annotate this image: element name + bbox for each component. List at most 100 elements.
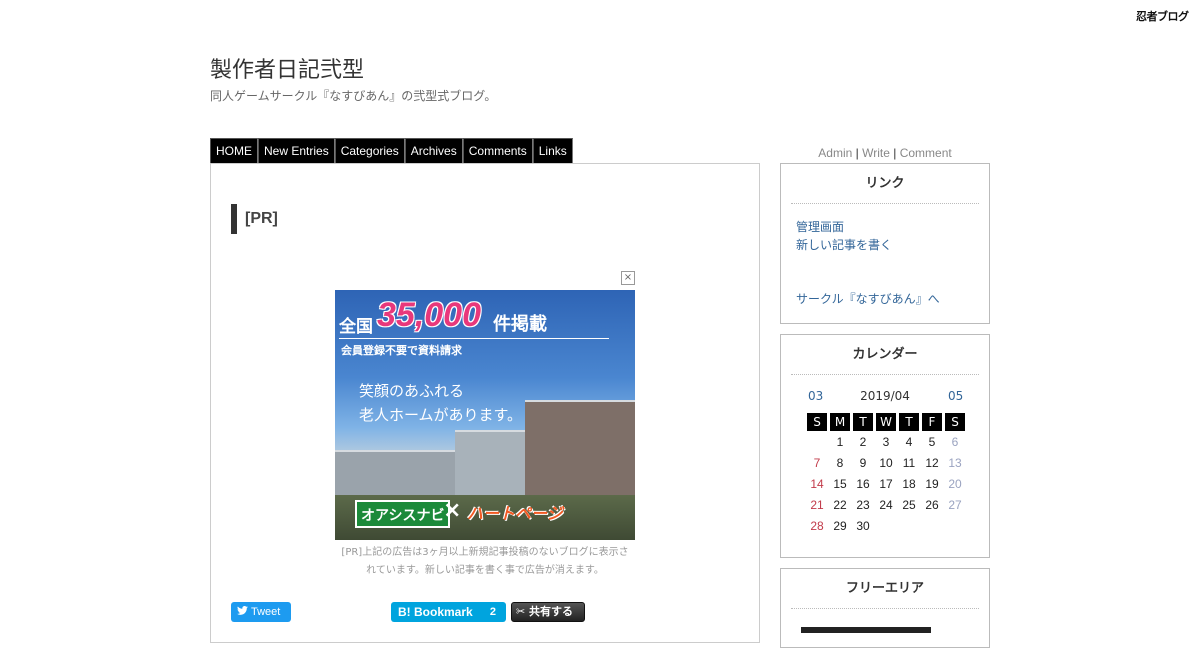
link-new-post[interactable]: 新しい記事を書く: [781, 236, 989, 254]
ad-brand-oasis: オアシスナビ: [355, 500, 451, 528]
hatena-bookmark-button[interactable]: B! Bookmark 2: [391, 602, 506, 622]
link-circle-nasubian[interactable]: サークル『なすびあん』へ: [781, 290, 989, 308]
admin-link[interactable]: Admin: [818, 146, 852, 160]
calendar-day: 21: [810, 497, 824, 512]
nav-comments[interactable]: Comments: [462, 138, 533, 164]
admin-separator: |: [855, 146, 859, 160]
twitter-bird-icon: [237, 602, 248, 622]
weekday-fri: F: [922, 413, 942, 431]
calendar-day: 8: [836, 455, 844, 470]
sidebar-calendar-box: カレンダー 2019/04 03 05 S M T W T F S 123456…: [780, 334, 990, 558]
ninja-blog-logo[interactable]: 忍者ブログ: [1136, 8, 1189, 24]
calendar-day: 4: [905, 434, 913, 449]
calendar-day: 23: [856, 497, 870, 512]
calendar-day: 11: [902, 455, 916, 470]
calendar-day: [899, 515, 919, 536]
hatena-count: 2: [489, 606, 496, 618]
weekday-sun: S: [807, 413, 827, 431]
calendar-day: 1: [836, 434, 844, 449]
calendar-next-link[interactable]: 05: [948, 389, 963, 403]
calendar-day: 7: [813, 455, 821, 470]
ad-divider: [339, 338, 609, 339]
links-title: リンク: [791, 164, 979, 204]
main-content: [PR] × 全国 35,000 件掲載 会員登録不要で資料請求 笑顔のあふれる…: [210, 163, 760, 643]
ad-text-zenkoku: 全国: [339, 317, 373, 337]
ad-building-image: [335, 450, 455, 500]
advertisement-banner[interactable]: 全国 35,000 件掲載 会員登録不要で資料請求 笑顔のあふれる 老人ホームが…: [335, 290, 635, 540]
main-nav: HOME New Entries Categories Archives Com…: [210, 138, 573, 164]
calendar-day: 25: [902, 497, 916, 512]
free-area-title: フリーエリア: [791, 569, 979, 609]
nav-archives[interactable]: Archives: [404, 138, 463, 164]
calendar-week-row: 28 29 30: [807, 515, 965, 536]
site-title[interactable]: 製作者日記弐型: [210, 52, 364, 84]
free-area-widget: [801, 627, 931, 633]
weekday-sat: S: [945, 413, 965, 431]
weekday-mon: M: [830, 413, 850, 431]
entry-title: [PR]: [231, 204, 278, 234]
calendar-day: 14: [810, 476, 824, 491]
admin-separator: |: [893, 146, 897, 160]
calendar-day: 10: [879, 455, 893, 470]
calendar-day: [876, 515, 896, 536]
calendar-day: 12: [925, 455, 939, 470]
ad-close-button[interactable]: ×: [621, 271, 635, 285]
calendar-day: 27: [948, 497, 962, 512]
calendar-day: [807, 431, 827, 452]
calendar-day: 20: [948, 476, 962, 491]
ad-text-kenkeisai: 件掲載: [493, 314, 547, 335]
weekday-thu: T: [899, 413, 919, 431]
calendar-week-row: 123456: [807, 431, 965, 452]
calendar-day: [945, 515, 965, 536]
nav-home[interactable]: HOME: [210, 138, 258, 164]
weekday-wed: W: [876, 413, 896, 431]
ad-building-image: [455, 430, 525, 500]
calendar-day: 5: [928, 434, 936, 449]
calendar-day: [922, 515, 942, 536]
calendar-day: 17: [879, 476, 893, 491]
ad-notice: [PR]上記の広告は3ヶ月以上新規記事投稿のないブログに表示さ れています。新し…: [335, 544, 635, 580]
calendar-week-row: 21 22 23 24 25 26 27: [807, 494, 965, 515]
calendar-day: 6: [951, 434, 959, 449]
ad-subtext: 会員登録不要で資料請求: [341, 344, 462, 357]
write-link[interactable]: Write: [862, 146, 890, 160]
share-icon: ✂: [516, 605, 530, 618]
calendar-nav: 2019/04 03 05: [781, 383, 989, 413]
calendar-day: 18: [902, 476, 916, 491]
ad-copy-line-1: 笑顔のあふれる: [359, 382, 465, 400]
link-admin-panel[interactable]: 管理画面: [781, 218, 989, 236]
sidebar-free-area-box: フリーエリア: [780, 568, 990, 648]
site-description: 同人ゲームサークル『なすびあん』の弐型式ブログ。: [210, 89, 497, 103]
calendar-weekday-row: S M T W T F S: [807, 413, 965, 431]
nav-links[interactable]: Links: [532, 138, 573, 164]
calendar-day: 2: [859, 434, 867, 449]
ad-text-number: 35,000: [377, 296, 481, 334]
tweet-button[interactable]: Tweet: [231, 602, 291, 622]
ad-copy-line-2: 老人ホームがあります。: [359, 406, 523, 424]
ad-notice-line-2: れています。新しい記事を書く事で広告が消えます。: [366, 565, 604, 576]
calendar-day: 19: [925, 476, 939, 491]
calendar-title: カレンダー: [791, 335, 979, 375]
calendar-day: 3: [882, 434, 890, 449]
calendar-grid: S M T W T F S 1 2 3 4 5 6 7 8 9 10 11 12 13 14 15 16 17 1…: [804, 413, 968, 536]
nav-categories[interactable]: Categories: [334, 138, 405, 164]
calendar-week-row: 7 8 9 10 11 12 13: [807, 452, 965, 473]
calendar-day: 15: [833, 476, 847, 491]
admin-links: Admin | Write | Comment: [780, 146, 990, 160]
calendar-prev-link[interactable]: 03: [808, 389, 823, 403]
comment-link[interactable]: Comment: [900, 146, 952, 160]
calendar-day: 29: [833, 518, 847, 533]
calendar-day: 9: [859, 455, 867, 470]
share-button[interactable]: ✂ 共有する: [511, 602, 585, 622]
calendar-day: 26: [925, 497, 939, 512]
calendar-day: 13: [948, 455, 962, 470]
ad-notice-line-1: [PR]上記の広告は3ヶ月以上新規記事投稿のないブログに表示さ: [341, 547, 629, 558]
calendar-day: 30: [856, 518, 870, 533]
hatena-label: B! Bookmark: [398, 605, 473, 619]
ad-brand-heartpage: ハートページ: [467, 504, 563, 523]
weekday-tue: T: [853, 413, 873, 431]
share-label: 共有する: [529, 605, 574, 618]
nav-new-entries[interactable]: New Entries: [258, 138, 335, 164]
tweet-label: Tweet: [251, 606, 281, 618]
calendar-week-row: 14 15 16 17 18 19 20: [807, 473, 965, 494]
